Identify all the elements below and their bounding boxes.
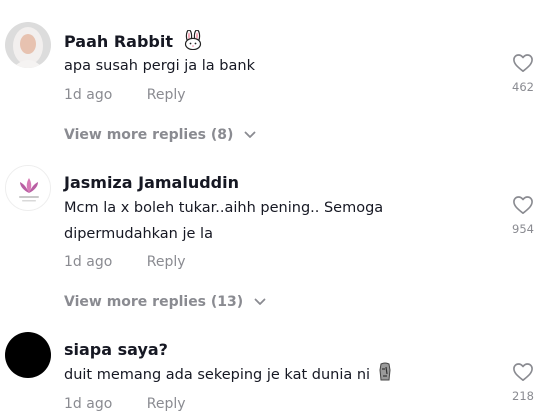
like-count: 218 xyxy=(512,389,534,403)
reply-button[interactable]: Reply xyxy=(147,254,186,270)
comment-time: 1d ago xyxy=(64,396,113,412)
comment-text: duit memang ada sekeping je kat dunia ni xyxy=(64,362,464,391)
heart-outline-icon xyxy=(508,195,538,215)
comment-text: apa susah pergi ja la bank xyxy=(64,58,255,74)
comment-meta: 1d ago Reply xyxy=(64,396,186,412)
comment-meta: 1d ago Reply xyxy=(64,87,186,103)
view-more-replies-button[interactable]: View more replies (8) xyxy=(64,127,256,143)
like-count: 954 xyxy=(512,222,534,236)
like-button[interactable]: 954 xyxy=(508,195,538,236)
avatar[interactable] xyxy=(5,22,51,68)
comment-username[interactable]: siapa saya? xyxy=(64,340,168,359)
moai-emoji xyxy=(378,362,392,391)
view-more-replies-label: View more replies (13) xyxy=(64,294,244,310)
heart-outline-icon xyxy=(508,362,538,382)
comment-username[interactable]: Jasmiza Jamaluddin xyxy=(64,173,239,192)
reply-button[interactable]: Reply xyxy=(147,396,186,412)
comment-time: 1d ago xyxy=(64,87,113,103)
chevron-down-icon xyxy=(244,127,256,143)
like-button[interactable]: 462 xyxy=(508,53,538,94)
like-count: 462 xyxy=(512,80,534,94)
heart-outline-icon xyxy=(508,53,538,73)
avatar[interactable] xyxy=(5,332,51,378)
comment-meta: 1d ago Reply xyxy=(64,254,186,270)
like-button[interactable]: 218 xyxy=(508,362,538,403)
view-more-replies-button[interactable]: View more replies (13) xyxy=(64,294,266,310)
rabbit-face-emoji xyxy=(182,29,204,54)
comment-text: Mcm la x boleh tukar..aihh pening.. Semo… xyxy=(64,200,384,242)
reply-button[interactable]: Reply xyxy=(147,87,186,103)
view-more-replies-label: View more replies (8) xyxy=(64,127,234,143)
comment-time: 1d ago xyxy=(64,254,113,270)
chevron-down-icon xyxy=(254,294,266,310)
avatar[interactable] xyxy=(5,165,51,211)
comment-username[interactable]: Paah Rabbit xyxy=(64,29,204,54)
